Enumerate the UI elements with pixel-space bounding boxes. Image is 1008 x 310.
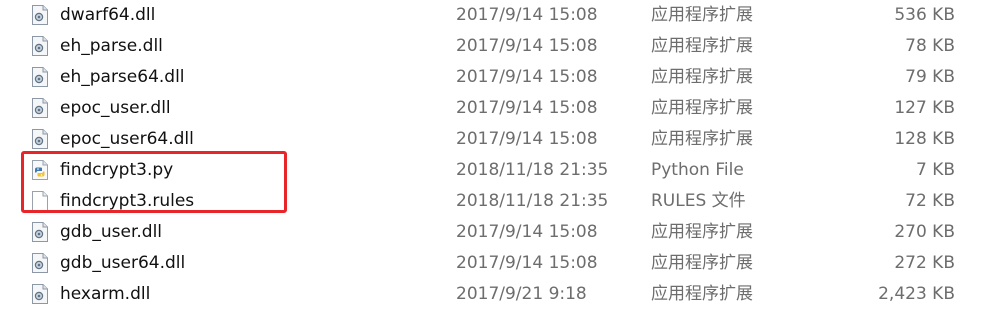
file-type: 应用程序扩展 (651, 253, 753, 273)
dll-file-icon (31, 129, 49, 149)
file-size: 79 KB (905, 67, 955, 87)
file-name[interactable]: gdb_user.dll (60, 217, 162, 248)
dll-file-icon (31, 284, 49, 304)
file-size: 128 KB (894, 129, 955, 149)
file-modified-date: 2017/9/14 15:08 (456, 5, 598, 25)
file-row-hexarm-dll[interactable]: hexarm.dll 2017/9/21 9:18 应用程序扩展 2,423 K… (0, 279, 1008, 310)
file-name[interactable]: gdb_user64.dll (60, 248, 185, 279)
dll-file-icon (31, 67, 49, 87)
dll-file-icon (31, 5, 49, 25)
file-size: 272 KB (894, 253, 955, 273)
file-modified-date: 2018/11/18 21:35 (456, 191, 609, 211)
file-modified-date: 2017/9/14 15:08 (456, 129, 598, 149)
file-size: 536 KB (894, 5, 955, 25)
file-size: 270 KB (894, 222, 955, 242)
file-row-dwarf64-dll[interactable]: dwarf64.dll 2017/9/14 15:08 应用程序扩展 536 K… (0, 0, 1008, 31)
file-type: 应用程序扩展 (651, 129, 753, 149)
file-size: 7 KB (915, 160, 955, 180)
file-row-eh-parse64-dll[interactable]: eh_parse64.dll 2017/9/14 15:08 应用程序扩展 79… (0, 62, 1008, 93)
highlight-annotation-box (21, 151, 287, 213)
file-modified-date: 2018/11/18 21:35 (456, 160, 609, 180)
file-type: 应用程序扩展 (651, 5, 753, 25)
file-type: 应用程序扩展 (651, 98, 753, 118)
file-type: 应用程序扩展 (651, 284, 753, 304)
file-size: 78 KB (905, 36, 955, 56)
dll-file-icon (31, 98, 49, 118)
file-modified-date: 2017/9/14 15:08 (456, 36, 598, 56)
file-name[interactable]: eh_parse64.dll (60, 62, 185, 93)
dll-file-icon (31, 253, 49, 273)
file-name[interactable]: hexarm.dll (60, 279, 150, 310)
file-row-eh-parse-dll[interactable]: eh_parse.dll 2017/9/14 15:08 应用程序扩展 78 K… (0, 31, 1008, 62)
file-name[interactable]: dwarf64.dll (60, 0, 155, 31)
file-modified-date: 2017/9/14 15:08 (456, 98, 598, 118)
file-modified-date: 2017/9/21 9:18 (456, 284, 587, 304)
file-modified-date: 2017/9/14 15:08 (456, 222, 598, 242)
file-row-gdb-user-dll[interactable]: gdb_user.dll 2017/9/14 15:08 应用程序扩展 270 … (0, 217, 1008, 248)
file-size: 127 KB (894, 98, 955, 118)
file-type: Python File (651, 160, 744, 180)
dll-file-icon (31, 222, 49, 242)
file-type: 应用程序扩展 (651, 222, 753, 242)
dll-file-icon (31, 36, 49, 56)
file-row-epoc-user-dll[interactable]: epoc_user.dll 2017/9/14 15:08 应用程序扩展 127… (0, 93, 1008, 124)
file-list: dwarf64.dll 2017/9/14 15:08 应用程序扩展 536 K… (0, 0, 1008, 309)
file-type: RULES 文件 (651, 191, 746, 211)
file-name[interactable]: eh_parse.dll (60, 31, 163, 62)
file-size: 2,423 KB (878, 284, 955, 304)
file-name[interactable]: epoc_user.dll (60, 93, 171, 124)
file-row-gdb-user64-dll[interactable]: gdb_user64.dll 2017/9/14 15:08 应用程序扩展 27… (0, 248, 1008, 279)
file-size: 72 KB (905, 191, 955, 211)
file-modified-date: 2017/9/14 15:08 (456, 253, 598, 273)
file-modified-date: 2017/9/14 15:08 (456, 67, 598, 87)
file-type: 应用程序扩展 (651, 36, 753, 56)
file-type: 应用程序扩展 (651, 67, 753, 87)
